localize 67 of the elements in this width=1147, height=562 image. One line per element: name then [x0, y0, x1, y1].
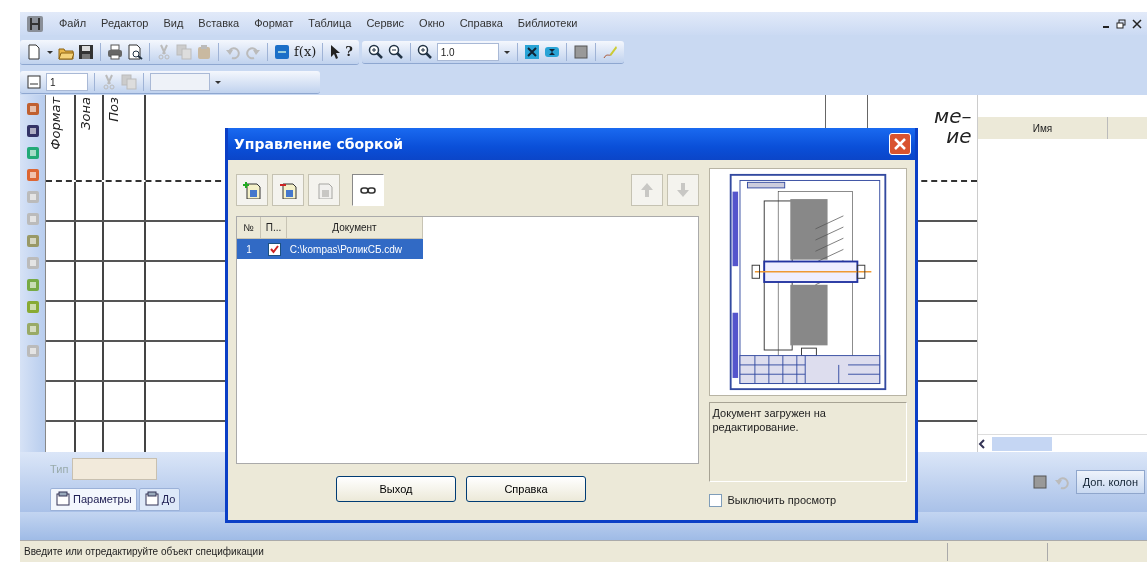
status-text: Введите или отредактируйте объект спецификации: [24, 545, 265, 559]
layer-field[interactable]: 1: [46, 73, 88, 91]
zoom-out-icon[interactable]: [387, 44, 404, 60]
save-icon[interactable]: [78, 44, 94, 60]
square-icon[interactable]: [572, 44, 589, 60]
pen-icon[interactable]: [601, 44, 618, 60]
print-preview-icon[interactable]: [127, 44, 143, 60]
scroll-left-icon[interactable]: [978, 438, 986, 449]
scrollbar-thumb[interactable]: [992, 436, 1052, 451]
layer-icon[interactable]: [26, 74, 42, 90]
close-icon[interactable]: [1131, 18, 1142, 29]
table-row[interactable]: 1 C:\kompas\РоликСБ.cdw: [237, 239, 423, 259]
square-icon[interactable]: [1031, 474, 1048, 490]
dropdown-icon[interactable]: [502, 48, 511, 56]
tool-button[interactable]: [352, 174, 384, 206]
zoom-icon[interactable]: [416, 44, 433, 60]
menu-item[interactable]: Библиотеки: [517, 15, 578, 32]
column-header: ме–: [934, 106, 972, 126]
checkbox[interactable]: [267, 242, 281, 256]
document-icon[interactable]: [279, 181, 297, 199]
fit-icon[interactable]: [523, 44, 540, 60]
menu-item[interactable]: Файл: [59, 15, 87, 32]
app-icon[interactable]: [26, 14, 44, 33]
menu-item[interactable]: Справка: [459, 15, 503, 32]
table-cell-text: C:\kompas\РоликСБ.cdw: [288, 242, 404, 257]
formula-button[interactable]: f(x): [294, 42, 317, 62]
field-label: Тип: [50, 461, 69, 477]
menu-item[interactable]: Редактор: [101, 15, 149, 32]
new-document-icon[interactable]: [26, 44, 42, 60]
dialog-button[interactable]: Справка: [466, 476, 586, 502]
document-icon[interactable]: [243, 181, 261, 199]
column-header[interactable]: Документ: [287, 217, 423, 239]
table-icon[interactable]: [274, 44, 290, 60]
print-icon[interactable]: [107, 44, 123, 60]
panel-tab[interactable]: Параметры: [50, 488, 137, 511]
caret-icon[interactable]: [46, 48, 54, 56]
extra-columns-button[interactable]: Доп. колон: [1075, 469, 1145, 495]
checkbox[interactable]: [708, 493, 722, 507]
column-header: Зона: [77, 96, 94, 132]
dialog-button[interactable]: Выход: [336, 476, 456, 502]
zoom-field[interactable]: 1.0: [436, 43, 499, 61]
dialog-title: Управление сборкой: [234, 134, 404, 154]
help-button[interactable]: ?: [345, 42, 353, 62]
tool-icon[interactable]: [24, 123, 41, 139]
menu-item[interactable]: Окно: [419, 15, 445, 32]
menu-item[interactable]: Формат: [254, 15, 294, 32]
menu-item[interactable]: Вставка: [198, 15, 240, 32]
type-field[interactable]: [72, 458, 158, 480]
column-header: Поз: [105, 96, 122, 124]
menu-item[interactable]: Таблица: [308, 15, 352, 32]
column-header[interactable]: №: [237, 217, 261, 239]
menu-item[interactable]: Вид: [163, 15, 184, 32]
dropdown-icon[interactable]: [214, 78, 222, 86]
zoom-in-icon[interactable]: [367, 44, 384, 60]
status-message: Документ загружен на редактирование.: [708, 402, 907, 482]
column-header: Формат: [47, 95, 64, 152]
column-header[interactable]: П...: [261, 217, 287, 239]
table-cell-text: 1: [245, 242, 253, 257]
menu-item[interactable]: Сервис: [366, 15, 405, 32]
panel-tab[interactable]: До: [138, 488, 181, 511]
column-header: ие: [946, 126, 972, 146]
fit-page-icon[interactable]: [543, 44, 560, 60]
tab-icon[interactable]: [55, 491, 71, 508]
combo-field[interactable]: [150, 73, 210, 91]
checkbox-label: Выключить просмотр: [727, 493, 837, 508]
tab-icon[interactable]: [143, 491, 160, 508]
restore-icon[interactable]: [1116, 18, 1126, 29]
